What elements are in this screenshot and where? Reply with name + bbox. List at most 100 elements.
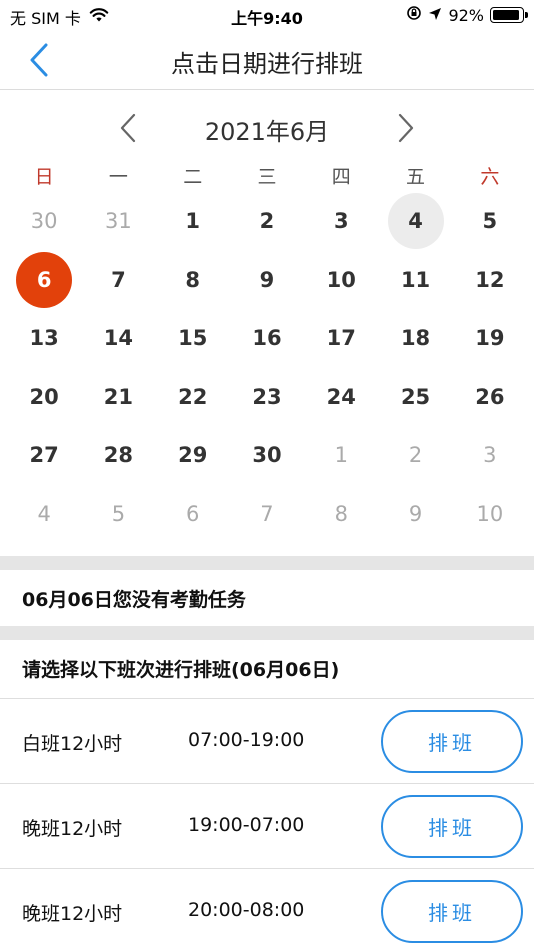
- calendar-day[interactable]: 19: [453, 309, 527, 368]
- calendar-day-label: 9: [408, 501, 423, 526]
- calendar-day[interactable]: 27: [7, 426, 81, 485]
- calendar-day-label: 30: [30, 209, 58, 234]
- calendar-day-label: 17: [326, 326, 356, 351]
- calendar-day-label: 18: [400, 326, 431, 351]
- weekday-label: 五: [406, 166, 426, 188]
- calendar-day[interactable]: 23: [230, 368, 304, 427]
- calendar-day[interactable]: 3: [304, 192, 378, 251]
- calendar-day-label: 1: [185, 209, 201, 234]
- calendar-day[interactable]: 18: [378, 309, 452, 368]
- calendar-day-label: 3: [333, 209, 349, 234]
- calendar-day[interactable]: 2: [230, 192, 304, 251]
- calendar-day-label: 28: [103, 443, 134, 468]
- shift-time: 20:00-08:00: [188, 899, 305, 921]
- calendar-day-label: 25: [400, 384, 431, 409]
- calendar-day[interactable]: 1: [304, 426, 378, 485]
- calendar-day-label: 24: [326, 384, 356, 409]
- month-label: 2021年6月: [204, 118, 330, 146]
- calendar-day[interactable]: 14: [81, 309, 155, 368]
- calendar-day-label: 9: [259, 267, 275, 292]
- calendar-day-label: 6: [16, 251, 73, 308]
- calendar-day[interactable]: 13: [7, 309, 81, 368]
- shift-row: 晚班12小时 20:00-08:00 排班: [0, 868, 534, 950]
- calendar-day[interactable]: 9: [378, 485, 452, 544]
- calendar-day[interactable]: 6: [156, 485, 230, 544]
- calendar-day[interactable]: 9: [230, 251, 304, 310]
- calendar-day[interactable]: 28: [81, 426, 155, 485]
- calendar-day-label: 6: [186, 501, 200, 526]
- schedule-button[interactable]: 排班: [381, 795, 523, 858]
- shift-time: 07:00-19:00: [188, 729, 305, 751]
- calendar-day[interactable]: 8: [304, 485, 378, 544]
- status-right: 92%: [406, 5, 528, 25]
- calendar-day[interactable]: 30: [230, 426, 304, 485]
- weekday-label: 三: [257, 166, 277, 188]
- calendar-day[interactable]: 26: [453, 368, 527, 427]
- calendar-day[interactable]: 5: [453, 192, 527, 251]
- chevron-right-icon: [398, 113, 414, 143]
- calendar-day-label: 10: [476, 501, 504, 526]
- schedule-button[interactable]: 排班: [381, 710, 523, 773]
- calendar-day[interactable]: 31: [81, 192, 155, 251]
- calendar-day-label: 31: [105, 209, 132, 234]
- calendar-day[interactable]: 22: [156, 368, 230, 427]
- shift-name: 晚班12小时: [22, 818, 123, 840]
- battery-percent: 92%: [448, 5, 484, 25]
- calendar-day[interactable]: 24: [304, 368, 378, 427]
- calendar-day-label: 5: [482, 209, 498, 234]
- calendar-day[interactable]: 11: [378, 251, 452, 310]
- calendar-day[interactable]: 25: [378, 368, 452, 427]
- calendar-day[interactable]: 15: [156, 309, 230, 368]
- calendar-day-label: 12: [475, 267, 505, 292]
- calendar-day-label: 23: [252, 384, 282, 409]
- calendar-day-label: 10: [326, 267, 356, 292]
- schedule-button[interactable]: 排班: [381, 880, 523, 943]
- weekday-label: 六: [480, 166, 500, 188]
- calendar-day-label: 13: [29, 326, 59, 351]
- calendar-day-label: 30: [252, 443, 282, 468]
- calendar-day[interactable]: 10: [453, 485, 527, 544]
- calendar-day[interactable]: 10: [304, 251, 378, 310]
- battery-icon: [490, 7, 528, 23]
- calendar-day[interactable]: 1: [156, 192, 230, 251]
- calendar-day[interactable]: 5: [81, 485, 155, 544]
- month-header: 2021年6月: [0, 100, 534, 156]
- shift-name: 晚班12小时: [22, 903, 123, 925]
- weekday-label: 四: [331, 166, 351, 188]
- calendar-day-label: 21: [103, 384, 134, 409]
- next-month-button[interactable]: [390, 108, 422, 148]
- weekday-label: 二: [183, 166, 203, 188]
- calendar-day-label: 7: [260, 501, 274, 526]
- calendar-day[interactable]: 30: [7, 192, 81, 251]
- location-arrow-icon: [428, 6, 442, 25]
- calendar-day[interactable]: 2: [378, 426, 452, 485]
- calendar-day[interactable]: 16: [230, 309, 304, 368]
- calendar-day-label: 4: [387, 193, 444, 250]
- calendar-day-label: 3: [483, 443, 497, 468]
- calendar-day[interactable]: 4: [7, 485, 81, 544]
- calendar-day-label: 11: [400, 267, 431, 292]
- calendar-day[interactable]: 3: [453, 426, 527, 485]
- calendar-day[interactable]: 7: [81, 251, 155, 310]
- calendar-day-label: 27: [29, 443, 59, 468]
- calendar-day-label: 14: [103, 326, 134, 351]
- calendar-day-today[interactable]: 4: [378, 192, 452, 251]
- calendar-day-selected[interactable]: 6: [7, 251, 81, 310]
- calendar-day-label: 15: [178, 326, 208, 351]
- calendar-day-label: 16: [252, 326, 282, 351]
- calendar-day[interactable]: 12: [453, 251, 527, 310]
- calendar-day[interactable]: 20: [7, 368, 81, 427]
- calendar-day-label: 29: [178, 443, 208, 468]
- calendar-day-label: 26: [475, 384, 505, 409]
- calendar-day[interactable]: 29: [156, 426, 230, 485]
- page-title: 点击日期进行排班: [171, 50, 363, 78]
- weekday-header: 日 一 二 三 四 五 六: [7, 162, 527, 192]
- shift-row: 白班12小时 07:00-19:00 排班: [0, 698, 534, 783]
- calendar-day[interactable]: 7: [230, 485, 304, 544]
- calendar-day-label: 19: [475, 326, 505, 351]
- calendar-day[interactable]: 8: [156, 251, 230, 310]
- calendar-day-label: 5: [111, 501, 126, 526]
- calendar-day[interactable]: 21: [81, 368, 155, 427]
- calendar-day[interactable]: 17: [304, 309, 378, 368]
- calendar-day-label: 20: [29, 384, 59, 409]
